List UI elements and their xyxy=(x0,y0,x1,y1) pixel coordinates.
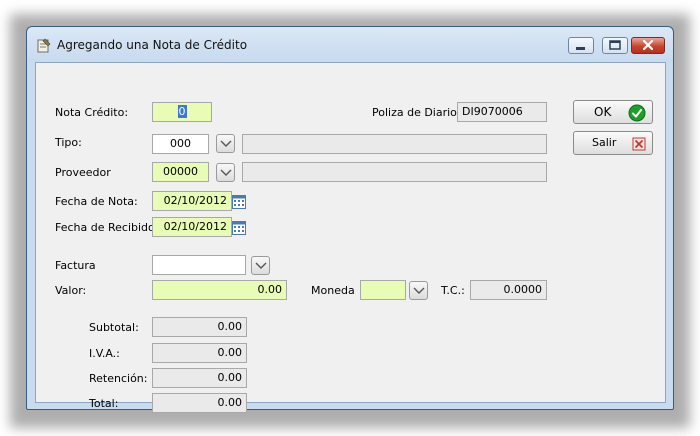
tc-field: 0.0000 xyxy=(470,280,547,300)
check-icon xyxy=(628,104,646,122)
close-icon xyxy=(642,39,654,51)
subtotal-field: 0.00 xyxy=(152,317,247,337)
moneda-input[interactable] xyxy=(360,280,406,300)
chevron-down-icon xyxy=(220,140,232,147)
tc-label: T.C.: xyxy=(441,284,465,297)
window-title: Agregando una Nota de Crédito xyxy=(57,38,248,52)
poliza-label: Poliza de Diario: xyxy=(372,106,461,119)
factura-label: Factura xyxy=(55,259,96,272)
chevron-down-icon xyxy=(413,287,425,294)
poliza-field: DI9070006 xyxy=(457,102,547,122)
retencion-field: 0.00 xyxy=(152,368,247,388)
subtotal-label: Subtotal: xyxy=(89,321,139,334)
tipo-description xyxy=(242,134,547,154)
nota-credito-input[interactable]: 0 xyxy=(152,102,212,122)
proveedor-input[interactable]: 00000 xyxy=(152,162,209,182)
moneda-label: Moneda xyxy=(311,284,355,297)
salir-button[interactable]: Salir xyxy=(573,131,653,155)
salir-button-label: Salir xyxy=(592,136,617,149)
retencion-label: Retención: xyxy=(89,372,148,385)
maximize-button[interactable] xyxy=(602,37,628,54)
nota-credito-label: Nota Crédito: xyxy=(55,106,129,119)
total-label: Total: xyxy=(89,397,119,410)
proveedor-dropdown-button[interactable] xyxy=(216,163,235,182)
ok-button-label: OK xyxy=(594,105,612,119)
tipo-input[interactable]: 000 xyxy=(152,134,209,154)
factura-input[interactable] xyxy=(152,255,246,275)
maximize-icon xyxy=(609,40,621,50)
chevron-down-icon xyxy=(255,262,267,269)
moneda-dropdown-button[interactable] xyxy=(409,281,428,300)
calendar-icon[interactable] xyxy=(232,219,246,235)
ok-button[interactable]: OK xyxy=(573,100,653,124)
fecha-recibido-label: Fecha de Recibido: xyxy=(55,221,159,234)
notepad-icon xyxy=(37,38,51,53)
minimize-button[interactable] xyxy=(568,37,594,54)
iva-label: I.V.A.: xyxy=(89,347,120,360)
chevron-down-icon xyxy=(220,169,232,176)
tipo-label: Tipo: xyxy=(55,136,82,149)
factura-dropdown-button[interactable] xyxy=(251,256,270,275)
fecha-recibido-input[interactable]: 02/10/2012 xyxy=(152,217,232,237)
form-panel: Nota Crédito: 0 Poliza de Diario: DI9070… xyxy=(35,62,666,413)
total-field: 0.00 xyxy=(152,393,247,413)
fecha-nota-label: Fecha de Nota: xyxy=(55,195,138,208)
tipo-dropdown-button[interactable] xyxy=(216,134,235,153)
close-x-icon xyxy=(632,137,646,151)
valor-input[interactable]: 0.00 xyxy=(152,280,287,300)
dialog-window: Agregando una Nota de Crédito Nota Crédi… xyxy=(26,26,674,413)
title-bar[interactable]: Agregando una Nota de Crédito xyxy=(27,27,673,62)
nota-credito-value: 0 xyxy=(177,105,187,118)
minimize-icon xyxy=(576,47,585,50)
calendar-icon[interactable] xyxy=(232,193,246,209)
valor-label: Valor: xyxy=(55,284,87,297)
proveedor-label: Proveedor xyxy=(55,166,111,179)
fecha-nota-input[interactable]: 02/10/2012 xyxy=(152,191,232,211)
proveedor-description xyxy=(242,162,547,182)
iva-field: 0.00 xyxy=(152,343,247,363)
close-button[interactable] xyxy=(631,37,665,54)
